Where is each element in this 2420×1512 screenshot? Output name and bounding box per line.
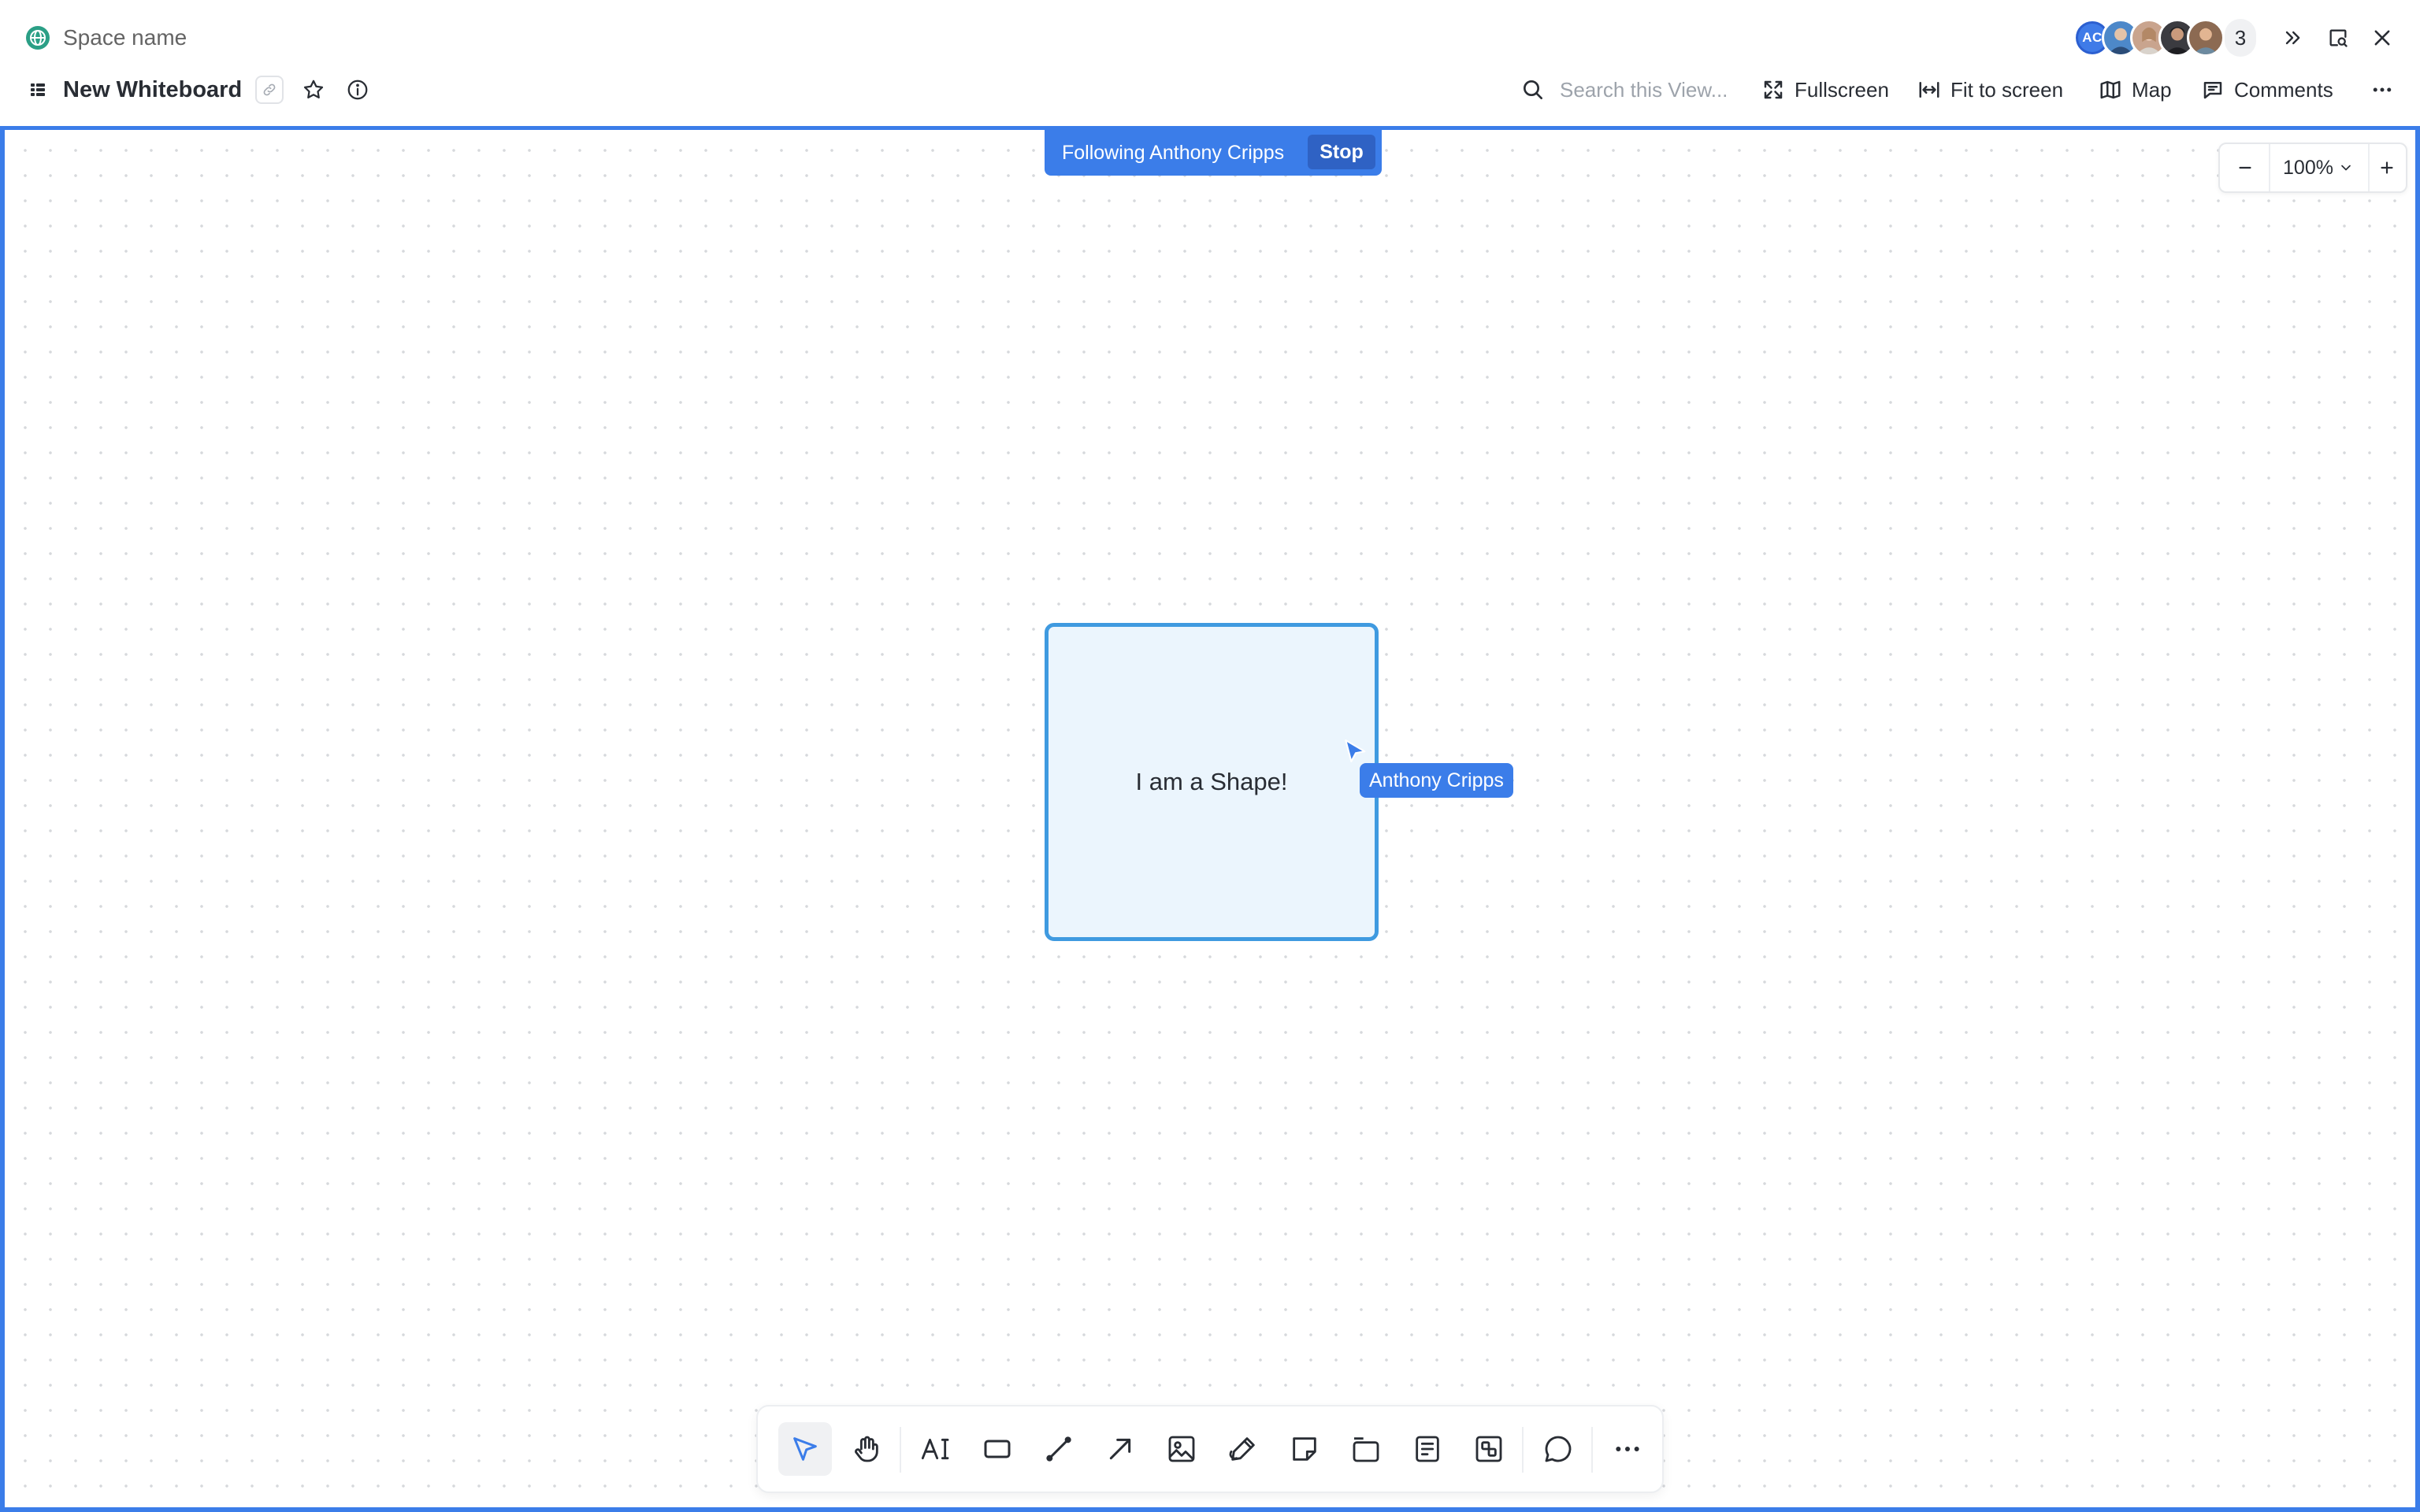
whiteboard-canvas[interactable]: Following Anthony Cripps Stop 100% I am … <box>0 126 2420 1512</box>
embed-icon <box>1475 1436 1502 1462</box>
collaborator-avatars[interactable]: AC 3 <box>2073 19 2256 57</box>
link-icon <box>263 83 276 96</box>
more-icon <box>1616 1447 1639 1451</box>
zoom-in-button[interactable] <box>2371 152 2403 183</box>
comments-button[interactable]: Comments <box>2201 72 2333 107</box>
fullscreen-icon <box>1764 80 1783 99</box>
pen-icon <box>1229 1437 1255 1461</box>
divider <box>900 1427 901 1473</box>
shape-text[interactable]: I am a Shape! <box>1135 768 1287 796</box>
zoom-level: 100% <box>2283 156 2333 179</box>
ellipsis-icon <box>2373 87 2392 92</box>
chevron-down-icon <box>2341 165 2351 171</box>
grid-menu-icon[interactable] <box>28 80 47 99</box>
comment-tool[interactable] <box>1531 1422 1585 1476</box>
frame-icon <box>1353 1437 1379 1462</box>
fullscreen-button[interactable]: Fullscreen <box>1761 72 1889 107</box>
pen-tool[interactable] <box>1216 1422 1270 1476</box>
fit-width-icon <box>1919 82 1939 98</box>
zoom-out-button[interactable] <box>2229 152 2261 183</box>
avatar-overflow-count[interactable]: 3 <box>2225 19 2256 57</box>
info-icon <box>347 80 368 100</box>
card-icon <box>1416 1436 1439 1462</box>
card-tool[interactable] <box>1401 1422 1454 1476</box>
text-icon <box>921 1438 949 1460</box>
page-title[interactable]: New Whiteboard <box>63 72 242 107</box>
embed-tool[interactable] <box>1462 1422 1516 1476</box>
divider <box>2269 144 2270 191</box>
select-tool[interactable] <box>778 1422 832 1476</box>
more-tools[interactable] <box>1601 1422 1654 1476</box>
minus-icon <box>2239 166 2251 169</box>
top-bar: Space name AC 3 New Whiteboard Search th… <box>0 0 2420 126</box>
rectangle-tool[interactable] <box>971 1422 1024 1476</box>
text-tool[interactable] <box>909 1422 963 1476</box>
double-chevron-right-icon <box>2285 31 2300 45</box>
comment-icon <box>2203 82 2222 99</box>
map-label: Map <box>2132 77 2172 102</box>
cursor-arrow-icon <box>793 1437 817 1461</box>
info-button[interactable] <box>342 74 373 106</box>
more-options-button[interactable] <box>2365 72 2400 107</box>
space-name[interactable]: Space name <box>63 22 187 54</box>
map-icon <box>2100 80 2121 99</box>
close-icon <box>2374 30 2390 46</box>
divider <box>2368 144 2370 191</box>
line-tool[interactable] <box>1032 1422 1086 1476</box>
view-toolbar: New Whiteboard Fullscreen Fit to screen … <box>0 63 2420 113</box>
star-icon <box>303 80 324 98</box>
search-view-button[interactable] <box>2322 22 2354 54</box>
divider <box>1522 1427 1524 1473</box>
drawing-toolbar <box>756 1405 1664 1493</box>
image-icon <box>1168 1436 1195 1462</box>
comment-icon <box>1545 1436 1572 1462</box>
avatar[interactable] <box>2187 19 2225 57</box>
window-search-icon <box>2329 29 2348 47</box>
globe-icon <box>25 25 50 50</box>
favorite-button[interactable] <box>298 74 329 106</box>
close-button[interactable] <box>2366 22 2398 54</box>
zoom-level-dropdown[interactable]: 100% <box>2272 144 2365 191</box>
divider <box>1591 1427 1593 1473</box>
search-icon <box>1524 80 1542 99</box>
rectangle-shape[interactable]: I am a Shape! <box>1045 623 1379 941</box>
comments-label: Comments <box>2234 77 2333 102</box>
map-button[interactable]: Map <box>2099 72 2172 107</box>
hand-icon <box>855 1436 878 1462</box>
line-icon <box>1046 1436 1071 1462</box>
hand-tool[interactable] <box>840 1422 893 1476</box>
search-input[interactable] <box>1560 72 1757 107</box>
copy-link-button[interactable] <box>255 76 284 104</box>
search-box[interactable] <box>1520 72 1757 107</box>
rectangle-icon <box>984 1440 1011 1458</box>
following-banner: Following Anthony Cripps Stop <box>1045 130 1382 176</box>
plus-icon <box>2381 161 2393 174</box>
stop-following-button[interactable]: Stop <box>1308 135 1375 169</box>
fullscreen-label: Fullscreen <box>1795 77 1889 102</box>
sticky-note-tool[interactable] <box>1278 1422 1331 1476</box>
arrow-icon <box>1109 1438 1131 1460</box>
zoom-control: 100% <box>2218 143 2407 193</box>
following-text: Following Anthony Cripps <box>1062 141 1285 164</box>
arrow-tool[interactable] <box>1093 1422 1147 1476</box>
fit-to-screen-button[interactable]: Fit to screen <box>1917 72 2063 107</box>
cursor-user-label: Anthony Cripps <box>1360 763 1513 798</box>
expand-panel-button[interactable] <box>2277 22 2308 54</box>
fit-to-screen-label: Fit to screen <box>1950 77 2064 102</box>
frame-tool[interactable] <box>1339 1422 1393 1476</box>
sticky-note-icon <box>1293 1437 1316 1461</box>
image-tool[interactable] <box>1155 1422 1208 1476</box>
